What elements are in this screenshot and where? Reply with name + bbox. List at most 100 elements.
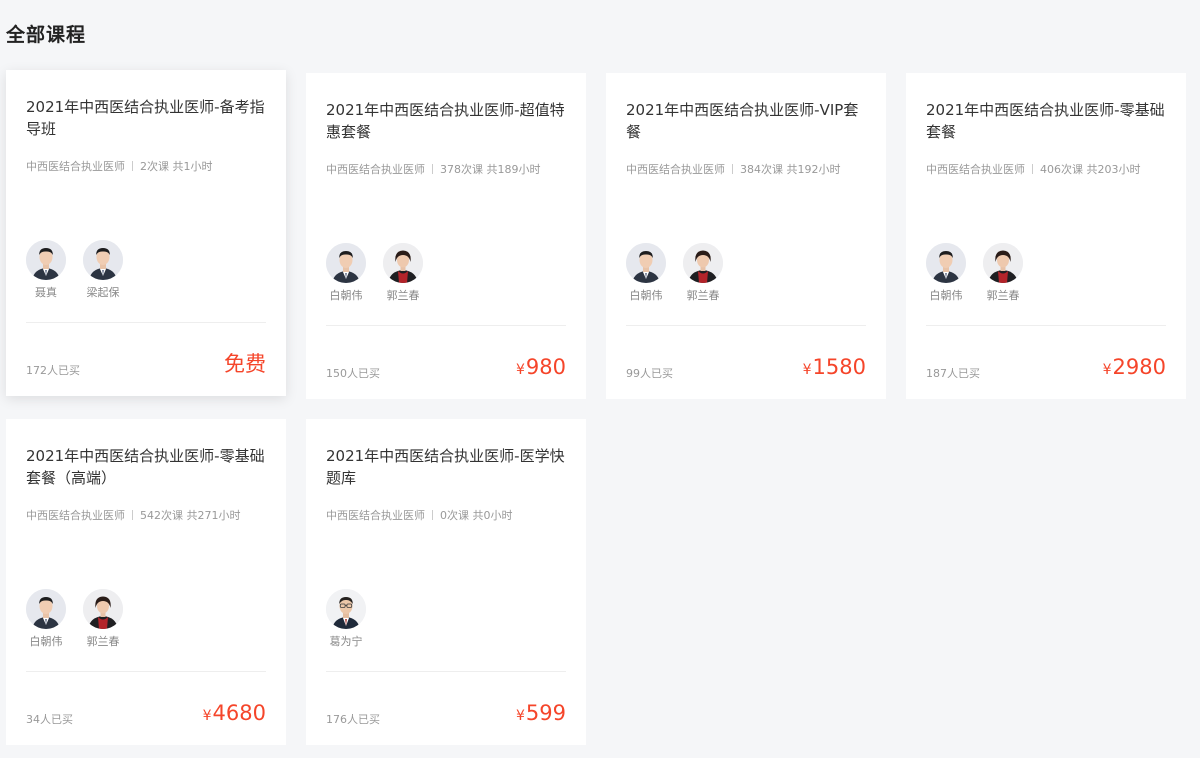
- course-price: ¥980: [516, 353, 566, 384]
- woman-red-icon: [683, 243, 723, 283]
- course-stats: 406次课 共203小时: [1040, 163, 1141, 176]
- teacher-name: 白朝伟: [329, 289, 363, 302]
- buyer-count: 187人已买: [926, 367, 980, 380]
- price-value: 1580: [812, 355, 866, 379]
- course-card[interactable]: 2021年中西医结合执业医师-VIP套餐 中西医结合执业医师 384次课 共192…: [606, 73, 886, 399]
- teacher-name: 聂真: [35, 286, 57, 299]
- course-card[interactable]: 2021年中西医结合执业医师-零基础套餐 中西医结合执业医师 406次课 共203…: [906, 73, 1186, 399]
- teacher-list: 白朝伟 郭兰春: [326, 243, 440, 303]
- course-meta: 中西医结合执业医师 2次课 共1小时: [26, 158, 213, 174]
- teacher-list: 白朝伟 郭兰春: [26, 589, 140, 649]
- course-title[interactable]: 2021年中西医结合执业医师-零基础套餐（高端）: [26, 445, 268, 489]
- meta-divider: [432, 164, 433, 174]
- course-meta: 中西医结合执业医师 406次课 共203小时: [926, 161, 1141, 177]
- course-price: ¥4680: [203, 699, 266, 730]
- teacher[interactable]: 郭兰春: [83, 589, 123, 649]
- course-price: ¥599: [516, 699, 566, 730]
- teacher-name: 梁起保: [86, 286, 120, 299]
- course-stats: 0次课 共0小时: [440, 509, 513, 522]
- teacher-name: 郭兰春: [86, 635, 120, 648]
- price-value: 599: [525, 701, 566, 725]
- teacher[interactable]: 郭兰春: [683, 243, 723, 303]
- buyer-count: 99人已买: [626, 367, 673, 380]
- teacher-list: 聂真 梁起保: [26, 240, 140, 300]
- currency-symbol: ¥: [202, 708, 212, 724]
- course-category: 中西医结合执业医师: [926, 163, 1025, 176]
- teacher-name: 白朝伟: [629, 289, 663, 302]
- meta-divider: [132, 161, 133, 171]
- meta-divider: [1032, 164, 1033, 174]
- teacher-name: 郭兰春: [986, 289, 1020, 302]
- price-value: 2980: [1112, 355, 1166, 379]
- course-meta: 中西医结合执业医师 0次课 共0小时: [326, 507, 513, 523]
- course-category: 中西医结合执业医师: [26, 160, 125, 173]
- course-stats: 384次课 共192小时: [740, 163, 841, 176]
- man-suit-icon: [83, 240, 123, 280]
- teacher[interactable]: 梁起保: [83, 240, 123, 300]
- price-value: 4680: [212, 701, 266, 725]
- man-suit-icon: [26, 240, 66, 280]
- teacher-name: 郭兰春: [386, 289, 420, 302]
- teacher[interactable]: 郭兰春: [983, 243, 1023, 303]
- course-card[interactable]: 2021年中西医结合执业医师-备考指导班 中西医结合执业医师 2次课 共1小时 聂…: [6, 70, 286, 396]
- teacher-name: 白朝伟: [929, 289, 963, 302]
- teacher-list: 白朝伟 郭兰春: [626, 243, 740, 303]
- meta-divider: [732, 164, 733, 174]
- teacher[interactable]: 白朝伟: [626, 243, 666, 303]
- course-price: 免费: [223, 350, 266, 381]
- woman-red-icon: [383, 243, 423, 283]
- currency-symbol: ¥: [1102, 362, 1112, 378]
- course-category: 中西医结合执业医师: [626, 163, 725, 176]
- course-title[interactable]: 2021年中西医结合执业医师-超值特惠套餐: [326, 99, 568, 143]
- buyer-count: 150人已买: [326, 367, 380, 380]
- teacher[interactable]: 郭兰春: [383, 243, 423, 303]
- teacher[interactable]: 白朝伟: [326, 243, 366, 303]
- meta-divider: [432, 510, 433, 520]
- card-divider: [26, 322, 266, 323]
- card-divider: [626, 325, 866, 326]
- buyer-count: 176人已买: [326, 713, 380, 726]
- course-meta: 中西医结合执业医师 378次课 共189小时: [326, 161, 541, 177]
- course-title[interactable]: 2021年中西医结合执业医师-VIP套餐: [626, 99, 868, 143]
- currency-symbol: ¥: [802, 362, 812, 378]
- currency-symbol: ¥: [515, 708, 525, 724]
- meta-divider: [132, 510, 133, 520]
- course-card[interactable]: 2021年中西医结合执业医师-医学快题库 中西医结合执业医师 0次课 共0小时 葛…: [306, 419, 586, 745]
- teacher-list: 白朝伟 郭兰春: [926, 243, 1040, 303]
- man-suit-icon: [926, 243, 966, 283]
- course-title[interactable]: 2021年中西医结合执业医师-备考指导班: [26, 96, 268, 140]
- teacher-name: 葛为宁: [329, 635, 363, 648]
- price-value: 980: [525, 355, 566, 379]
- course-stats: 542次课 共271小时: [140, 509, 241, 522]
- course-meta: 中西医结合执业医师 542次课 共271小时: [26, 507, 241, 523]
- course-stats: 2次课 共1小时: [140, 160, 213, 173]
- course-stats: 378次课 共189小时: [440, 163, 541, 176]
- card-divider: [326, 325, 566, 326]
- course-category: 中西医结合执业医师: [326, 163, 425, 176]
- teacher[interactable]: 葛为宁: [326, 589, 366, 649]
- course-price: ¥2980: [1103, 353, 1166, 384]
- man-glasses-icon: [326, 589, 366, 629]
- teacher-name: 白朝伟: [29, 635, 63, 648]
- course-card[interactable]: 2021年中西医结合执业医师-零基础套餐（高端） 中西医结合执业医师 542次课 …: [6, 419, 286, 745]
- course-title[interactable]: 2021年中西医结合执业医师-零基础套餐: [926, 99, 1168, 143]
- course-category: 中西医结合执业医师: [26, 509, 125, 522]
- woman-red-icon: [983, 243, 1023, 283]
- card-divider: [26, 671, 266, 672]
- card-divider: [326, 671, 566, 672]
- teacher-name: 郭兰春: [686, 289, 720, 302]
- price-value: 免费: [224, 352, 266, 376]
- course-title[interactable]: 2021年中西医结合执业医师-医学快题库: [326, 445, 568, 489]
- course-list-page: 全部课程 2021年中西医结合执业医师-备考指导班 中西医结合执业医师 2次课 共…: [0, 0, 1200, 758]
- course-card[interactable]: 2021年中西医结合执业医师-超值特惠套餐 中西医结合执业医师 378次课 共18…: [306, 73, 586, 399]
- teacher[interactable]: 白朝伟: [26, 589, 66, 649]
- buyer-count: 172人已买: [26, 364, 80, 377]
- man-suit-icon: [326, 243, 366, 283]
- course-category: 中西医结合执业医师: [326, 509, 425, 522]
- teacher[interactable]: 白朝伟: [926, 243, 966, 303]
- teacher[interactable]: 聂真: [26, 240, 66, 300]
- course-price: ¥1580: [803, 353, 866, 384]
- card-divider: [926, 325, 1166, 326]
- buyer-count: 34人已买: [26, 713, 73, 726]
- man-suit-icon: [26, 589, 66, 629]
